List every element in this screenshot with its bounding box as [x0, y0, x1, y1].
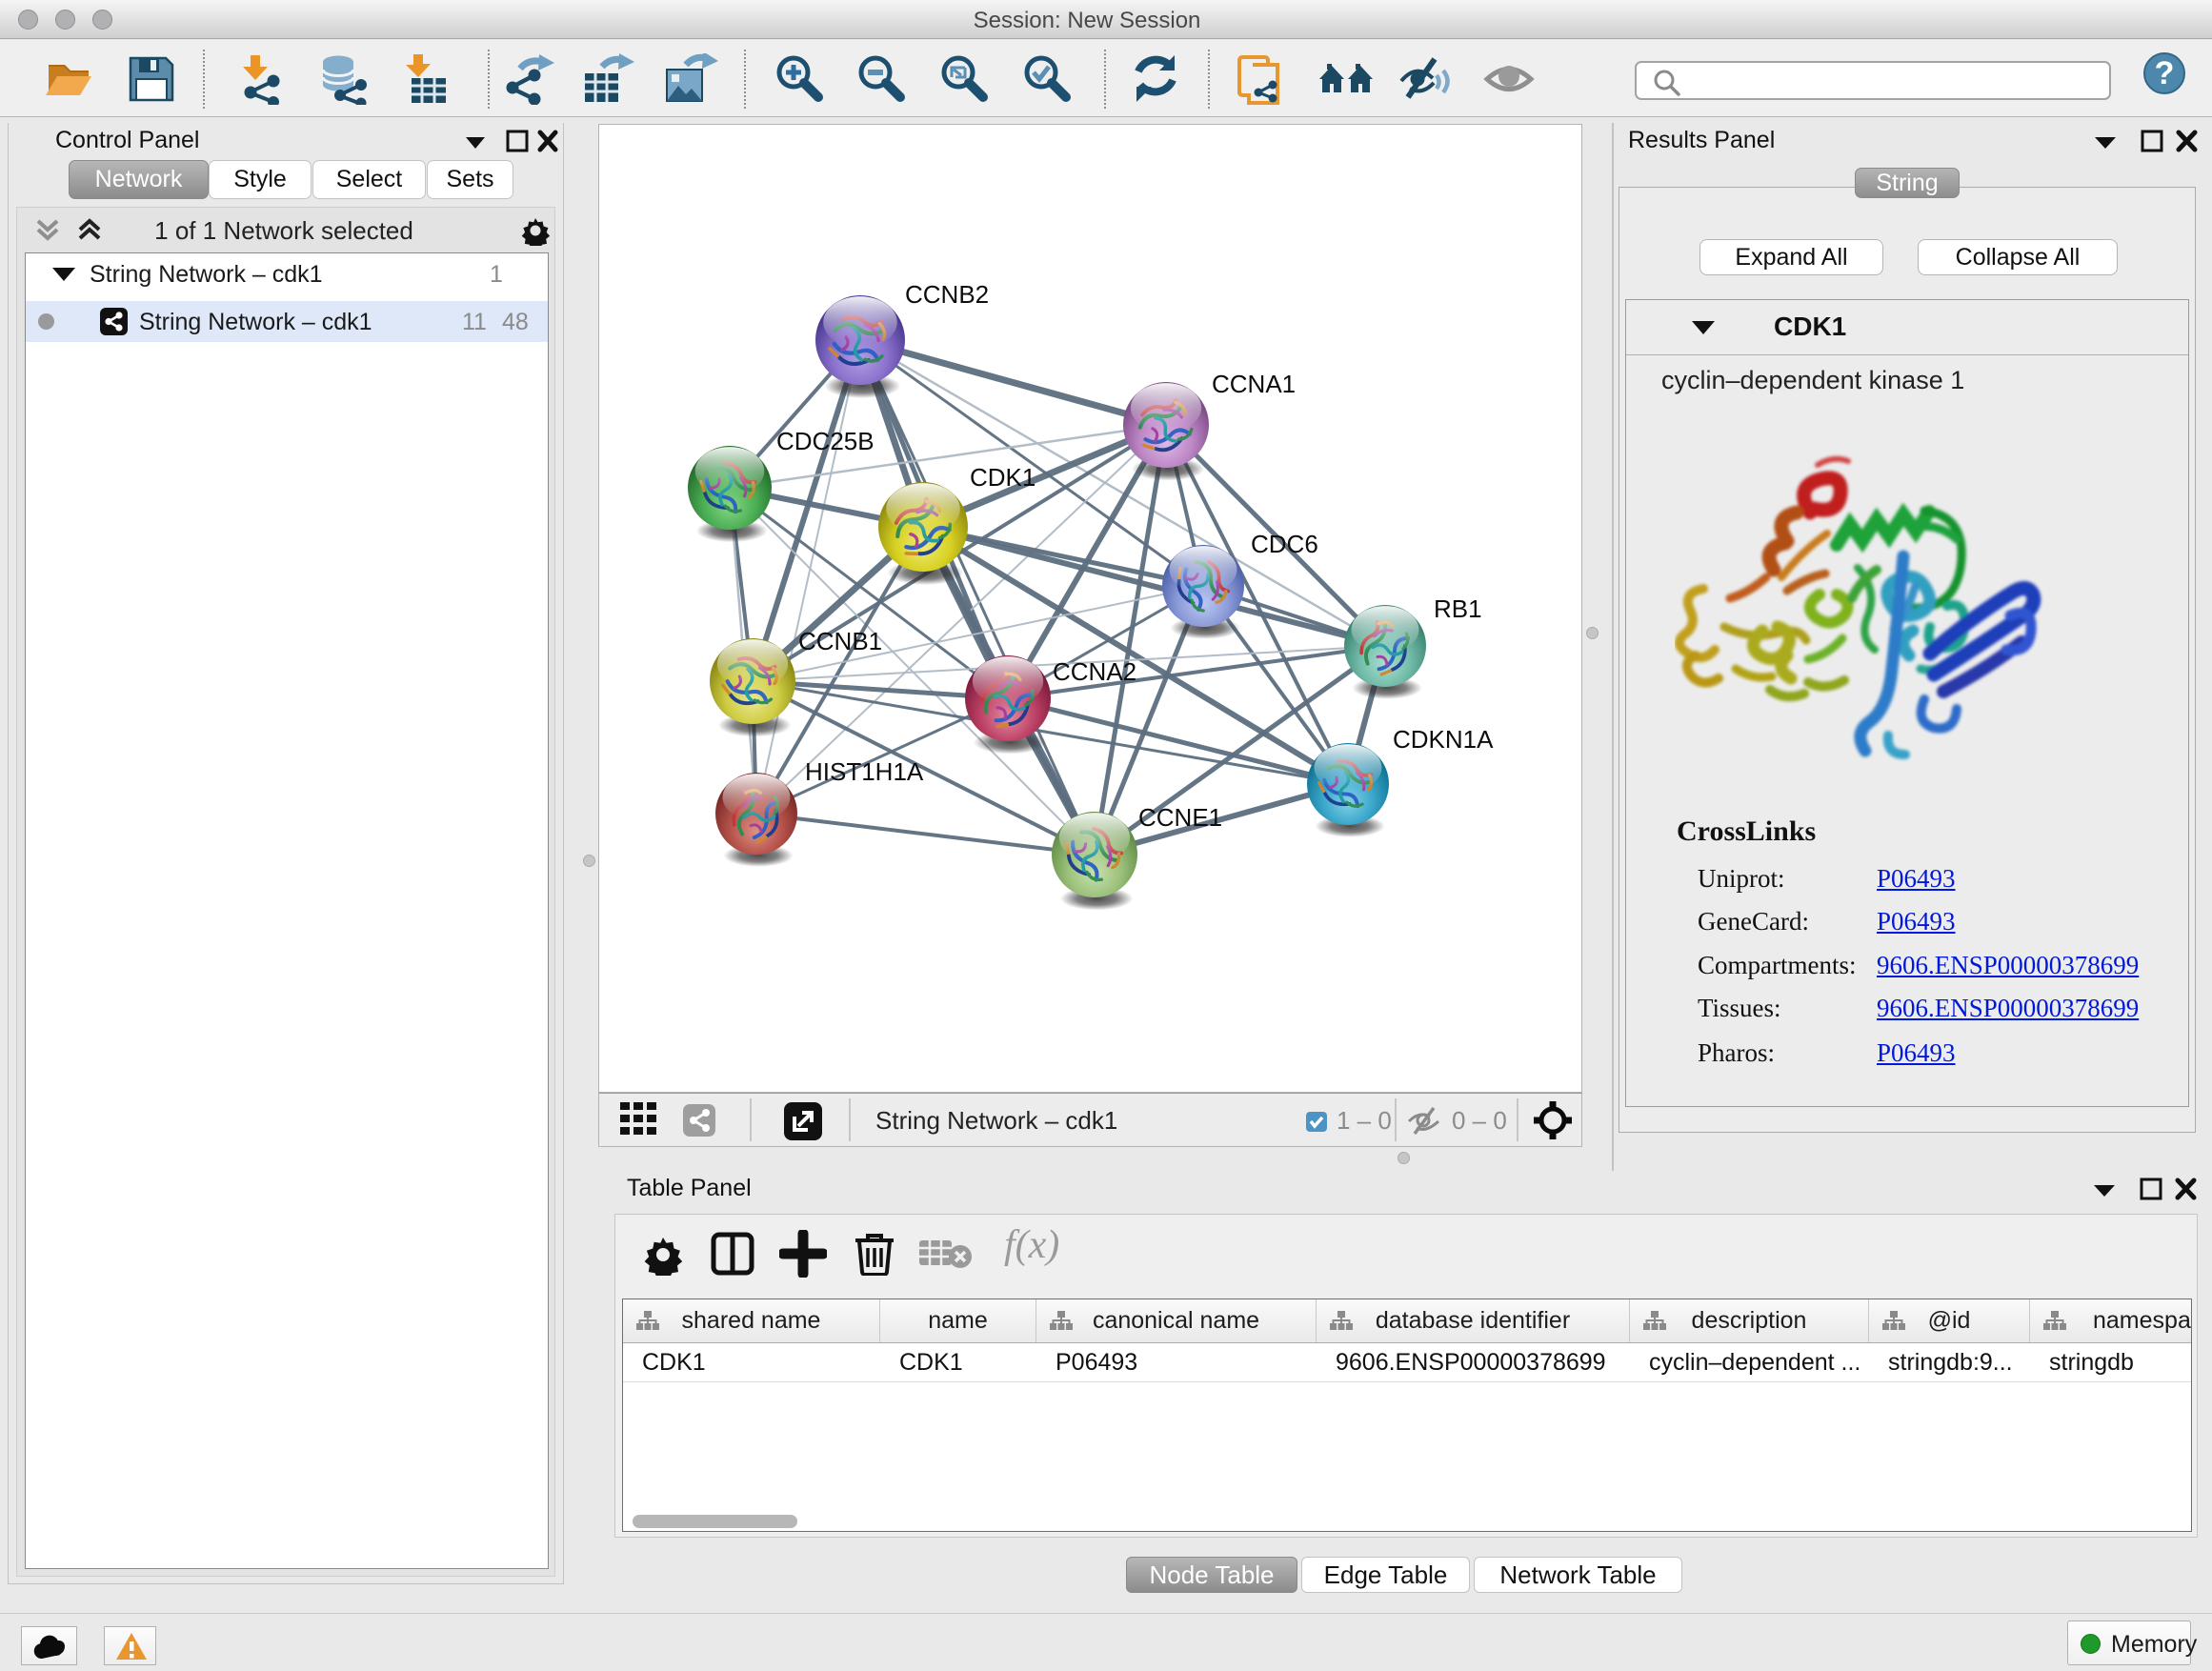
svg-text:?: ?: [2155, 55, 2175, 91]
svg-text:CCNA2: CCNA2: [1053, 657, 1136, 686]
svg-text:CCNB1: CCNB1: [798, 627, 882, 655]
svg-text:RB1: RB1: [1434, 594, 1482, 623]
svg-text:CDKN1A: CDKN1A: [1393, 725, 1494, 754]
svg-text:CCNA1: CCNA1: [1212, 370, 1296, 398]
svg-text:CCNB2: CCNB2: [905, 280, 989, 309]
svg-text:CDK1: CDK1: [970, 463, 1036, 492]
svg-text:CDC6: CDC6: [1251, 530, 1318, 558]
svg-text:CCNE1: CCNE1: [1138, 803, 1222, 832]
svg-text:CDC25B: CDC25B: [776, 427, 875, 455]
svg-text:HIST1H1A: HIST1H1A: [805, 757, 924, 786]
